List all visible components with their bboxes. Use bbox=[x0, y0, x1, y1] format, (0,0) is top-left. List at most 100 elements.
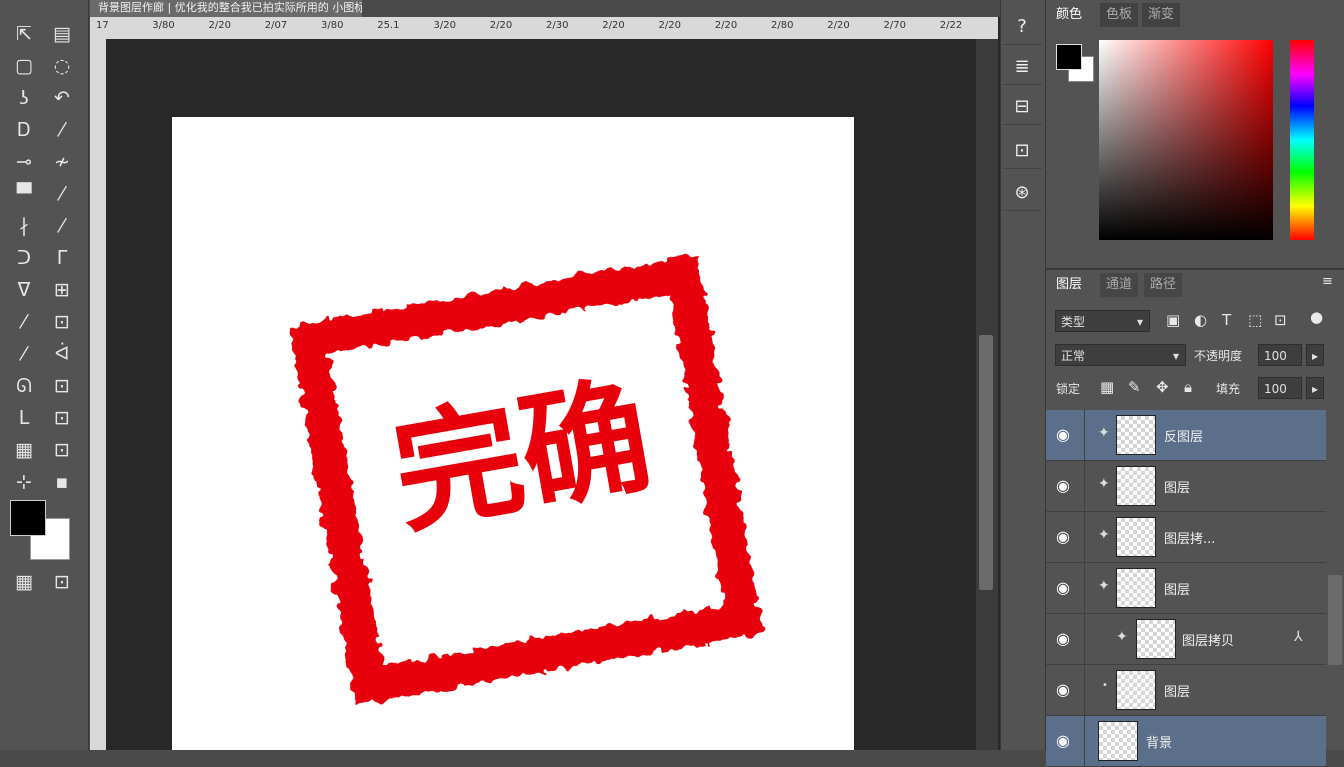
layer-row[interactable]: ◉ ✦ 图层 bbox=[1046, 563, 1326, 614]
panel-menu-icon[interactable]: ≡ bbox=[1322, 274, 1333, 289]
eye-icon[interactable]: ◉ bbox=[1056, 425, 1070, 444]
lock-all-icon[interactable]: 🔒︎ bbox=[1184, 378, 1192, 396]
fill-input[interactable]: 100 bbox=[1258, 377, 1302, 399]
dodge-tool-icon[interactable]: ⊡ bbox=[44, 308, 80, 336]
layer-row[interactable]: ◉ ✦ 图层拷贝 ⅄ bbox=[1046, 614, 1326, 665]
tab-paths[interactable]: 路径 bbox=[1144, 273, 1183, 297]
crop-tool-icon[interactable]: Ꭰ bbox=[6, 116, 42, 144]
visibility-cell[interactable]: ◉ bbox=[1046, 410, 1085, 460]
eye-icon[interactable]: ◉ bbox=[1056, 476, 1070, 495]
type-tool-icon[interactable]: ᐋ bbox=[44, 340, 80, 368]
screen-mode-icon[interactable]: ⊡ bbox=[44, 568, 80, 596]
layer-thumbnail[interactable] bbox=[1136, 619, 1176, 659]
type-filter-icon[interactable]: T bbox=[1222, 311, 1231, 329]
smart-filter-icon[interactable]: ⊡ bbox=[1274, 311, 1287, 329]
brush-tool-icon[interactable]: ▀ bbox=[6, 180, 42, 208]
styles-icon[interactable]: ⊡ bbox=[1002, 132, 1042, 169]
blur-tool-icon[interactable]: ⁄ bbox=[6, 308, 42, 336]
zoom-tool-icon[interactable]: ▦ bbox=[6, 436, 42, 464]
opacity-chevron-icon[interactable]: ▸ bbox=[1306, 344, 1324, 366]
filter-toggle-icon[interactable]: ● bbox=[1310, 308, 1323, 326]
history-brush-tool-icon[interactable]: ᑐ bbox=[6, 244, 42, 272]
pencil-tool-icon[interactable]: ⁄ bbox=[44, 180, 80, 208]
visibility-cell[interactable]: ◉ bbox=[1046, 461, 1085, 511]
rotate-view-tool-icon[interactable]: ⊡ bbox=[44, 404, 80, 432]
shape-tool-icon[interactable]: ⊡ bbox=[44, 372, 80, 400]
layer-thumbnail[interactable] bbox=[1098, 721, 1138, 761]
eye-icon[interactable]: ◉ bbox=[1056, 680, 1070, 699]
swap-colors-icon[interactable]: ▪ bbox=[44, 468, 80, 496]
lock-transparent-icon[interactable]: ▦ bbox=[1100, 378, 1114, 396]
edit-toolbar-icon[interactable]: ⊡ bbox=[44, 436, 80, 464]
layer-thumbnail[interactable] bbox=[1116, 517, 1156, 557]
gradient-tool-icon[interactable]: ⊞ bbox=[44, 276, 80, 304]
document-tab[interactable]: 背景图层作廊 | 优化我的整合我已拍实际所用的 小图标 bbox=[90, 0, 362, 17]
visibility-cell[interactable]: ◉ bbox=[1046, 665, 1085, 715]
canvas[interactable]: 完确 bbox=[172, 117, 854, 750]
tab-gradients[interactable]: 渐变 bbox=[1142, 3, 1181, 27]
eye-icon[interactable]: ◉ bbox=[1056, 527, 1070, 546]
layers-scrollbar-thumb[interactable] bbox=[1328, 575, 1342, 665]
layer-name[interactable]: 图层 bbox=[1164, 681, 1190, 700]
slice-tool-icon[interactable]: ⁄ bbox=[44, 116, 80, 144]
visibility-cell[interactable]: ◉ bbox=[1046, 512, 1085, 562]
layer-thumbnail[interactable] bbox=[1116, 415, 1156, 455]
visibility-cell[interactable]: ◉ bbox=[1046, 563, 1085, 613]
extra-tool-icon[interactable]: ⊹ bbox=[6, 468, 42, 496]
layer-thumbnail[interactable] bbox=[1116, 568, 1156, 608]
kind-filter-dropdown[interactable]: 类型 ▾ bbox=[1055, 310, 1150, 332]
history-tool-icon[interactable]: ↶ bbox=[44, 84, 80, 112]
clone-stamp-tool-icon[interactable]: ∤ bbox=[6, 212, 42, 240]
eye-icon[interactable]: ◉ bbox=[1056, 731, 1070, 750]
adjustments-icon[interactable]: ⊟ bbox=[1002, 88, 1042, 125]
layer-name[interactable]: 反图层 bbox=[1164, 426, 1203, 445]
layer-row[interactable]: ◉ ✦ 图层拷... bbox=[1046, 512, 1326, 563]
lock-position-icon[interactable]: ✥ bbox=[1156, 378, 1169, 396]
adjustment-filter-icon[interactable]: ◐ bbox=[1194, 311, 1207, 329]
help-icon[interactable]: ? bbox=[1002, 8, 1042, 45]
layer-thumbnail[interactable] bbox=[1116, 670, 1156, 710]
hand-tool-icon[interactable]: ᒪ bbox=[6, 404, 42, 432]
lock-image-icon[interactable]: ✎ bbox=[1128, 378, 1141, 396]
tab-color[interactable]: 颜色 bbox=[1050, 3, 1089, 27]
layer-name[interactable]: 图层拷... bbox=[1164, 528, 1215, 547]
eye-icon[interactable]: ◉ bbox=[1056, 578, 1070, 597]
color-field[interactable] bbox=[1099, 40, 1273, 240]
art-brush-tool-icon[interactable]: ᒥ bbox=[44, 244, 80, 272]
fill-chevron-icon[interactable]: ▸ bbox=[1306, 377, 1324, 399]
pixel-filter-icon[interactable]: ▣ bbox=[1166, 311, 1180, 329]
layer-name[interactable]: 图层拷贝 bbox=[1182, 630, 1234, 649]
opacity-input[interactable]: 100 bbox=[1258, 344, 1302, 366]
hue-slider[interactable] bbox=[1290, 40, 1314, 240]
layer-name[interactable]: 背景 bbox=[1146, 732, 1172, 751]
visibility-cell[interactable]: ◉ bbox=[1046, 614, 1085, 664]
foreground-color-swatch[interactable] bbox=[10, 500, 46, 536]
eye-icon[interactable]: ◉ bbox=[1056, 629, 1070, 648]
quick-select-tool-icon[interactable]: ʖ bbox=[6, 84, 42, 112]
layer-thumbnail[interactable] bbox=[1116, 466, 1156, 506]
visibility-cell[interactable]: ◉ bbox=[1046, 716, 1085, 766]
lasso-tool-icon[interactable]: ◌ bbox=[44, 52, 80, 80]
layer-name[interactable]: 图层 bbox=[1164, 579, 1190, 598]
layer-row[interactable]: ◉ ✦ 图层 bbox=[1046, 461, 1326, 512]
properties-icon[interactable]: ≣ bbox=[1002, 48, 1042, 85]
shape-filter-icon[interactable]: ⬚ bbox=[1248, 311, 1262, 329]
layer-row[interactable]: ◉ 背景 bbox=[1046, 716, 1326, 767]
move-tool-icon[interactable]: ⇱ bbox=[6, 20, 42, 48]
quick-mask-icon[interactable]: ▦ bbox=[6, 568, 42, 596]
pen-tool-icon[interactable]: ⁄ bbox=[6, 340, 42, 368]
marquee-tool-icon[interactable]: ▢ bbox=[6, 52, 42, 80]
layer-name[interactable]: 图层 bbox=[1164, 477, 1190, 496]
healing-tool-icon[interactable]: ≁ bbox=[44, 148, 80, 176]
tab-swatches[interactable]: 色板 bbox=[1100, 3, 1139, 27]
blend-mode-dropdown[interactable]: 正常 ▾ bbox=[1055, 344, 1186, 366]
layer-effects-icon[interactable]: ⅄ bbox=[1294, 629, 1303, 645]
layer-row[interactable]: ◉ • 图层 bbox=[1046, 665, 1326, 716]
eraser-tool-icon[interactable]: ᐁ bbox=[6, 276, 42, 304]
document-scrollbar-thumb[interactable] bbox=[979, 335, 993, 590]
pattern-stamp-tool-icon[interactable]: ⁄ bbox=[44, 212, 80, 240]
panel-foreground-swatch[interactable] bbox=[1056, 44, 1082, 70]
layer-row[interactable]: ◉ ✦ 反图层 bbox=[1046, 410, 1326, 461]
tab-layers[interactable]: 图层 bbox=[1050, 273, 1088, 297]
artboard-tool-icon[interactable]: ▤ bbox=[44, 20, 80, 48]
